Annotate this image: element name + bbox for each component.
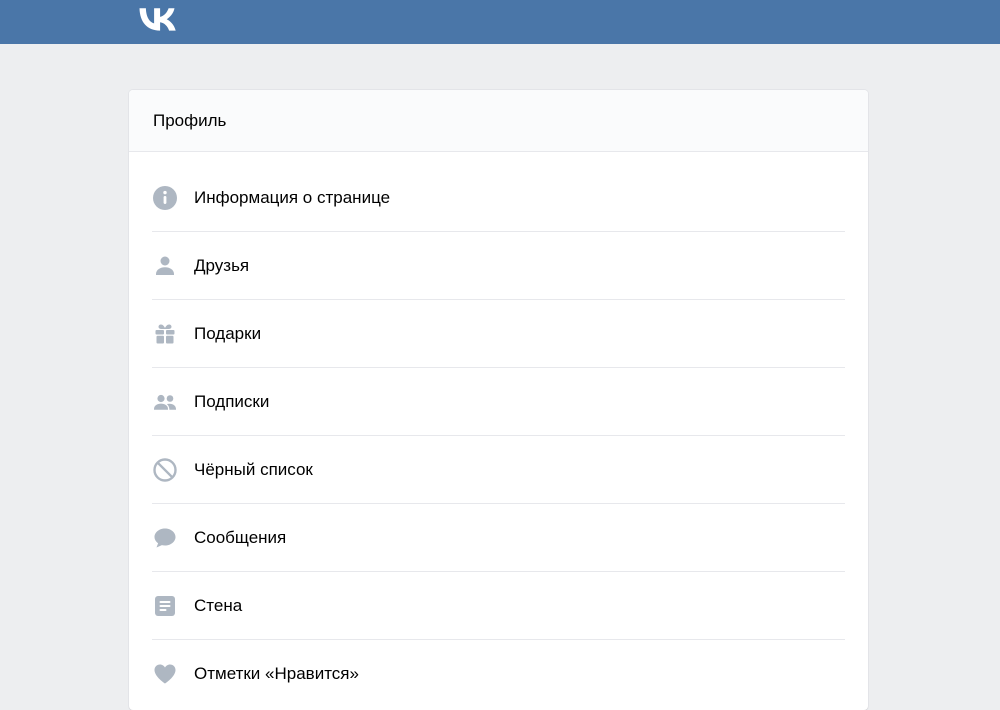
info-icon	[152, 185, 178, 211]
list-item-label: Подписки	[194, 391, 270, 411]
top-header-bar	[0, 0, 1000, 44]
block-icon	[152, 457, 178, 483]
settings-list: Информация о странице Друзья Подарки Под…	[152, 164, 845, 708]
list-item-gifts[interactable]: Подарки	[152, 300, 845, 368]
profile-settings-card: Профиль Информация о странице Друзья Под…	[129, 90, 868, 710]
list-item-label: Чёрный список	[194, 459, 313, 479]
wall-icon	[152, 593, 178, 619]
list-item-friends[interactable]: Друзья	[152, 232, 845, 300]
vk-logo-icon[interactable]	[139, 8, 177, 31]
list-item-label: Отметки «Нравится»	[194, 664, 359, 683]
list-item-page-info[interactable]: Информация о странице	[152, 164, 845, 232]
list-item-blacklist[interactable]: Чёрный список	[152, 436, 845, 504]
list-item-wall[interactable]: Стена	[152, 572, 845, 640]
list-item-subscriptions[interactable]: Подписки	[152, 368, 845, 436]
list-item-label: Стена	[194, 595, 243, 615]
heart-icon	[152, 661, 178, 687]
list-item-label: Сообщения	[194, 527, 287, 547]
card-header: Профиль	[129, 90, 868, 152]
person-icon	[152, 253, 178, 279]
people-icon	[152, 389, 178, 415]
gift-icon	[152, 321, 178, 347]
list-item-label: Друзья	[194, 255, 250, 275]
list-item-label: Информация о странице	[194, 187, 391, 207]
card-title: Профиль	[153, 110, 227, 130]
list-item-label: Подарки	[194, 323, 262, 343]
list-item-likes[interactable]: Отметки «Нравится»	[152, 640, 845, 708]
list-item-messages[interactable]: Сообщения	[152, 504, 845, 572]
message-icon	[152, 525, 178, 551]
